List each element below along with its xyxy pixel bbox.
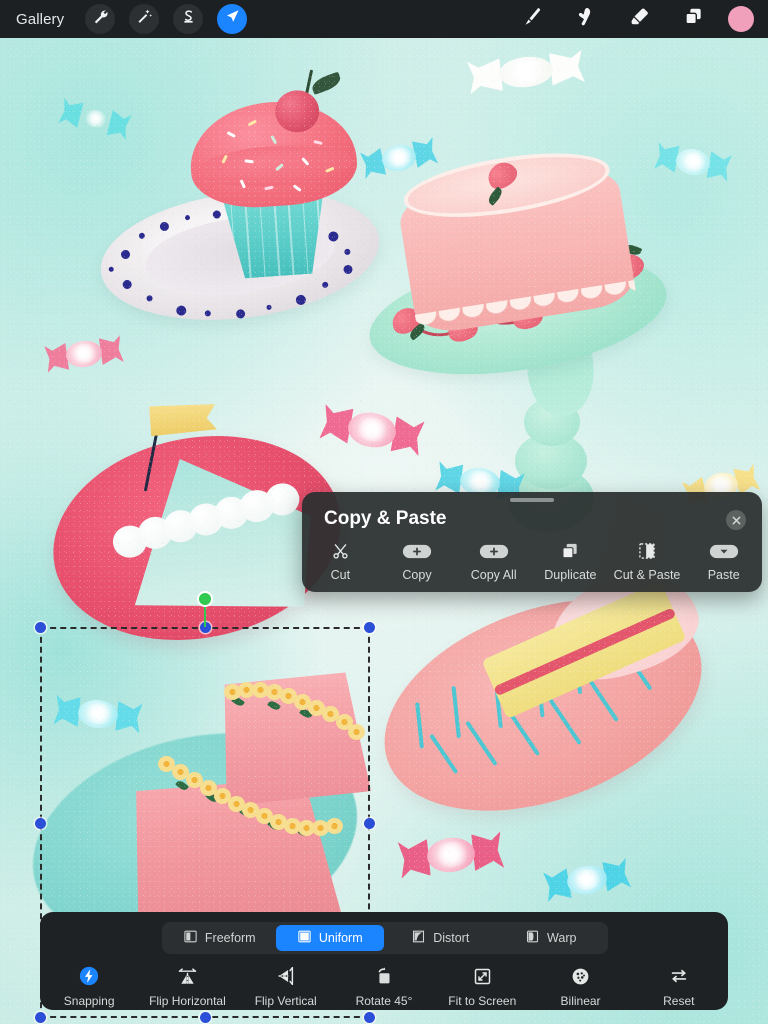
duplicate-label: Duplicate: [544, 568, 597, 582]
snapping-button[interactable]: Snapping: [40, 964, 138, 1008]
lightning-bolt-icon: [78, 964, 100, 988]
eraser-icon: [629, 6, 650, 32]
fit-to-screen-icon: [472, 964, 493, 988]
adjustments-button[interactable]: [129, 4, 160, 34]
cut-action[interactable]: Cut: [302, 540, 379, 582]
rotate-45-icon: [373, 964, 395, 988]
bilinear-button[interactable]: Bilinear: [531, 964, 629, 1008]
flip-vertical-button[interactable]: Flip Vertical: [237, 964, 335, 1008]
bilinear-icon: [570, 964, 591, 988]
artwork-candy-cyan-1: [60, 688, 136, 739]
plus-pill-icon: [402, 540, 432, 562]
copy-action[interactable]: Copy: [379, 540, 456, 582]
s-curve-selection-icon: [180, 8, 197, 30]
erase-button[interactable]: [618, 4, 660, 34]
arrow-transform-icon: [224, 8, 241, 30]
uniform-label: Uniform: [318, 931, 363, 945]
dashed-rect-icon: [637, 540, 657, 562]
layers-button[interactable]: [672, 4, 714, 34]
fit-to-screen-button[interactable]: Fit to Screen: [433, 964, 531, 1008]
bilinear-label: Bilinear: [560, 994, 601, 1008]
flip-vertical-label: Flip Vertical: [254, 994, 317, 1008]
freeform-label: Freeform: [204, 931, 256, 945]
freeform-icon: [183, 929, 198, 947]
copy-label: Copy: [402, 568, 432, 582]
top-toolbar: Gallery: [0, 0, 768, 38]
actions-button[interactable]: [85, 4, 116, 34]
duplicate-action[interactable]: Duplicate: [532, 540, 609, 582]
gallery-button[interactable]: Gallery: [16, 11, 64, 28]
fit-to-screen-label: Fit to Screen: [448, 994, 517, 1008]
tab-uniform[interactable]: Uniform: [275, 925, 384, 951]
panel-title: Copy & Paste: [324, 508, 447, 529]
artwork-candy-white: [476, 43, 576, 101]
distort-icon: [411, 929, 426, 947]
color-swatch[interactable]: [728, 6, 754, 32]
warp-icon: [525, 929, 540, 947]
warp-label: Warp: [547, 931, 577, 945]
procreate-app: Gallery Copy & Paste Cut Copy Copy All D…: [0, 0, 768, 1024]
close-circle-icon[interactable]: [726, 510, 746, 530]
transform-button[interactable]: [217, 4, 248, 34]
paintbrush-icon: [521, 6, 542, 32]
cut-and-paste-label: Cut & Paste: [613, 568, 681, 582]
wrench-icon: [92, 8, 109, 30]
copy-all-label: Copy All: [470, 568, 517, 582]
panel-drag-handle[interactable]: [510, 498, 554, 502]
plus-pill-icon: [479, 540, 509, 562]
flip-horizontal-icon: [176, 964, 199, 988]
paint-button[interactable]: [510, 4, 552, 34]
rotate-45-button[interactable]: Rotate 45°: [335, 964, 433, 1008]
artwork-candy-pink-3: [405, 824, 496, 887]
cut-label: Cut: [330, 568, 351, 582]
smudge-button[interactable]: [564, 4, 606, 34]
flip-horizontal-button[interactable]: Flip Horizontal: [138, 964, 236, 1008]
tab-warp[interactable]: Warp: [497, 925, 606, 951]
copy-paste-actions: Cut Copy Copy All Duplicate Cut & Paste …: [302, 540, 762, 582]
tab-freeform[interactable]: Freeform: [165, 925, 274, 951]
distort-label: Distort: [433, 931, 470, 945]
smudge-finger-icon: [575, 6, 596, 32]
paste-action[interactable]: Paste: [685, 540, 762, 582]
transform-mode-segmented-control: Freeform Uniform Distort Warp: [162, 922, 608, 954]
magic-wand-icon: [136, 8, 153, 30]
scissors-icon: [331, 540, 350, 562]
chevron-down-pill-icon: [709, 540, 739, 562]
cut-and-paste-action[interactable]: Cut & Paste: [609, 540, 686, 582]
duplicate-squares-icon: [560, 540, 580, 562]
reset-label: Reset: [663, 994, 695, 1008]
paste-label: Paste: [707, 568, 740, 582]
copy-paste-panel: Copy & Paste Cut Copy Copy All Duplicate…: [302, 492, 762, 592]
tab-distort[interactable]: Distort: [386, 925, 495, 951]
rotate-45-label: Rotate 45°: [355, 994, 413, 1008]
copy-all-action[interactable]: Copy All: [455, 540, 532, 582]
flip-vertical-icon: [275, 964, 296, 988]
transform-toolbar: Freeform Uniform Distort Warp Snapping F…: [40, 912, 728, 1010]
reset-icon: [668, 964, 690, 988]
layers-icon: [683, 6, 704, 32]
reset-button[interactable]: Reset: [630, 964, 728, 1008]
snapping-label: Snapping: [63, 994, 115, 1008]
flip-horizontal-label: Flip Horizontal: [149, 994, 226, 1008]
selection-button[interactable]: [173, 4, 204, 34]
uniform-icon: [297, 929, 312, 947]
transform-action-row: Snapping Flip Horizontal Flip Vertical R…: [40, 964, 728, 1008]
